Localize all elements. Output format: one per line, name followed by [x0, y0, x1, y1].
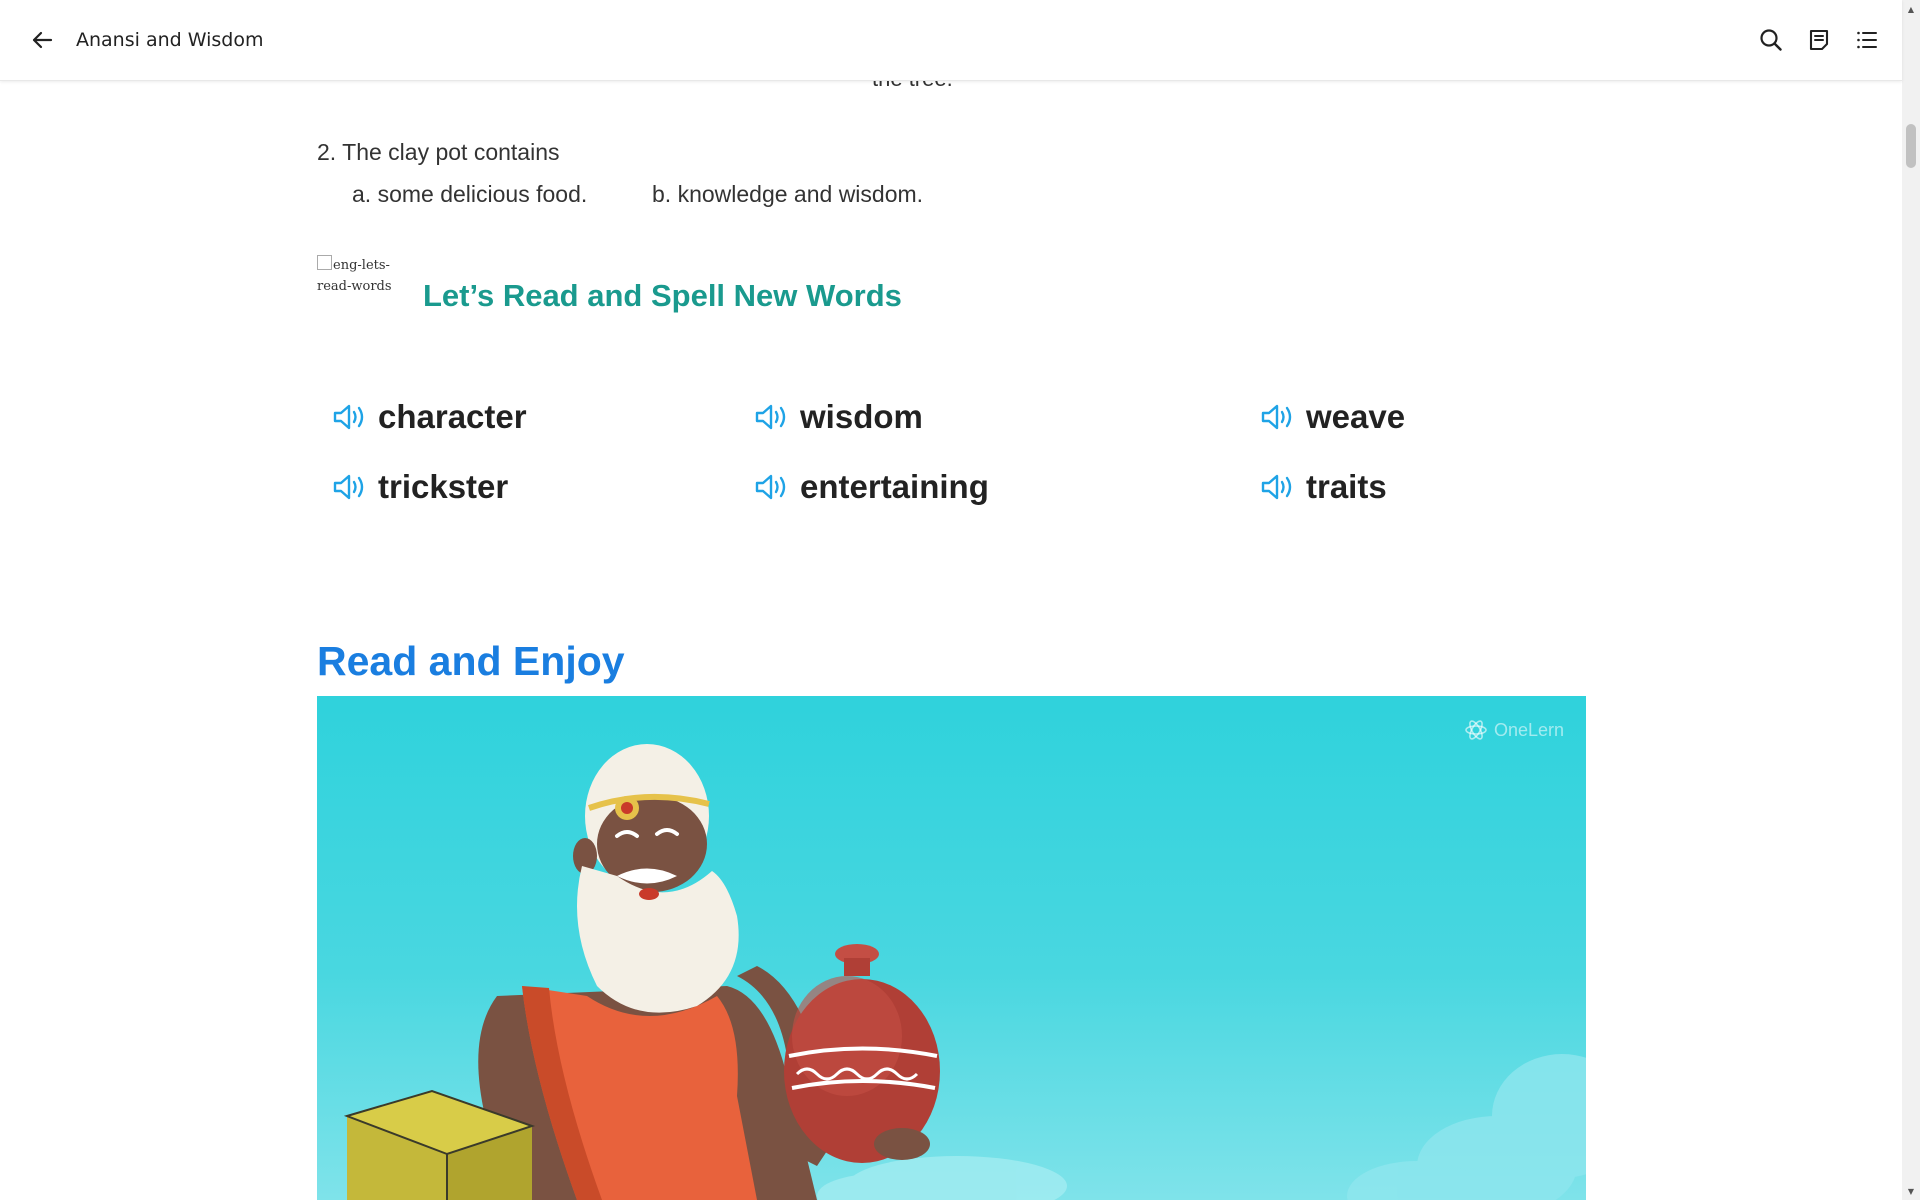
scroll-down-arrow-icon[interactable]: ▼: [1902, 1184, 1920, 1198]
arrow-left-icon: [32, 31, 53, 49]
scroll-up-arrow-icon[interactable]: ▲: [1902, 2, 1920, 16]
word-item[interactable]: weave: [1260, 398, 1405, 436]
word-item[interactable]: trickster: [332, 468, 508, 506]
notes-icon: [1809, 29, 1829, 51]
word-item[interactable]: character: [332, 398, 527, 436]
word-item[interactable]: traits: [1260, 468, 1387, 506]
search-button[interactable]: [1755, 24, 1787, 56]
word-text: character: [378, 398, 527, 435]
word-text: trickster: [378, 468, 509, 505]
word-text: entertaining: [800, 468, 989, 505]
search-icon: [1760, 29, 1782, 51]
table-of-contents-button[interactable]: [1851, 24, 1883, 56]
speaker-icon[interactable]: [1260, 402, 1298, 432]
wise-old-man-illustration: [343, 744, 1586, 1200]
read-section-title: Read and Enjoy: [317, 638, 625, 684]
speaker-icon[interactable]: [754, 472, 792, 502]
question-2: 2. The clay pot contains: [317, 139, 560, 165]
spell-section-title: Let’s Read and Spell New Words: [423, 278, 902, 313]
speaker-icon[interactable]: [332, 472, 370, 502]
speaker-icon[interactable]: [754, 402, 792, 432]
notes-button[interactable]: [1803, 24, 1835, 56]
word-text: traits: [1306, 468, 1387, 505]
speaker-icon[interactable]: [1260, 472, 1298, 502]
list-icon: [1857, 31, 1877, 49]
option-a: a. some delicious food.: [352, 181, 588, 207]
word-item[interactable]: wisdom: [754, 398, 923, 436]
back-button[interactable]: [26, 26, 58, 54]
page-title: Anansi and Wisdom: [76, 29, 264, 51]
word-item[interactable]: entertaining: [754, 468, 989, 506]
option-b: b. knowledge and wisdom.: [652, 181, 924, 207]
vertical-scrollbar[interactable]: ▲ ▼: [1902, 0, 1920, 1200]
word-text: weave: [1306, 398, 1406, 435]
story-illustration: OneLern: [317, 696, 1586, 1200]
cloud-shape: [1347, 1054, 1586, 1200]
speaker-icon[interactable]: [332, 402, 370, 432]
scroll-thumb[interactable]: [1906, 124, 1916, 168]
broken-image-placeholder: eng-lets-read-words: [317, 255, 392, 297]
broken-image-icon: [317, 255, 332, 270]
top-bar: Anansi and Wisdom: [0, 0, 1902, 81]
word-text: wisdom: [800, 398, 923, 435]
